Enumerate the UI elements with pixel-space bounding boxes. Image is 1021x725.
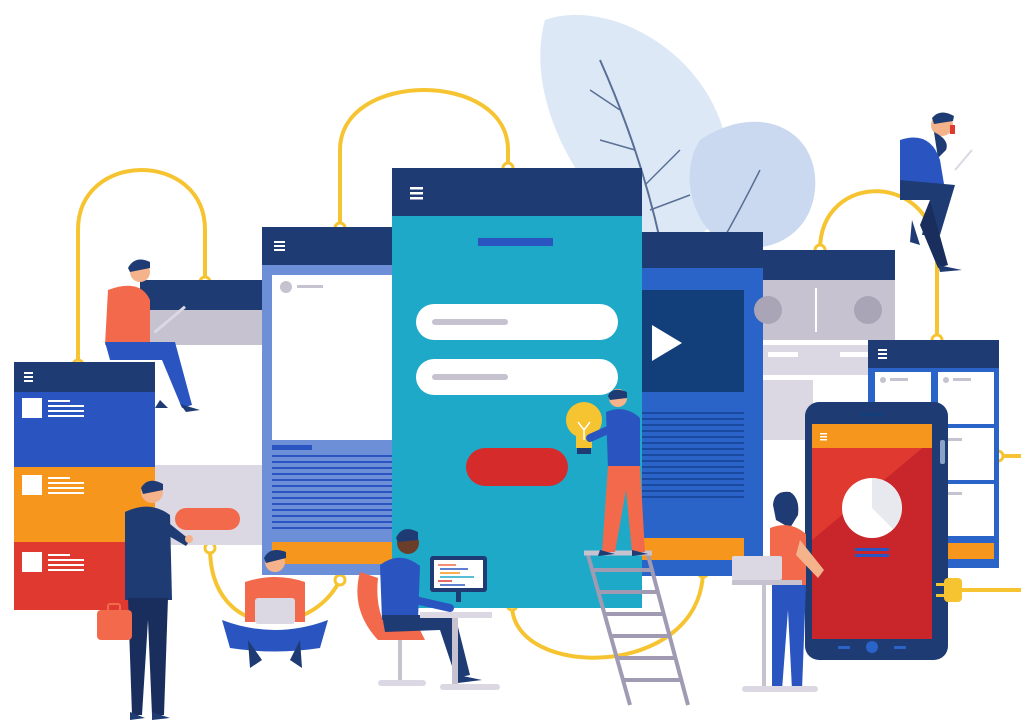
avatar-circle-icon: [280, 281, 292, 293]
menu-icon[interactable]: [410, 187, 423, 200]
smartphone: [805, 402, 948, 660]
menu-icon[interactable]: [820, 433, 827, 441]
submit-button[interactable]: [466, 448, 568, 486]
login-title-bar: [478, 238, 553, 246]
person-on-phone: [900, 112, 973, 272]
gray-panel-left: [140, 280, 265, 545]
menu-icon[interactable]: [878, 349, 887, 359]
web-design-illustration: [14, 14, 1021, 720]
menu-icon[interactable]: [24, 372, 33, 382]
video-panel: [635, 232, 763, 576]
blog-panel: [262, 227, 397, 575]
menu-icon[interactable]: [274, 241, 285, 251]
